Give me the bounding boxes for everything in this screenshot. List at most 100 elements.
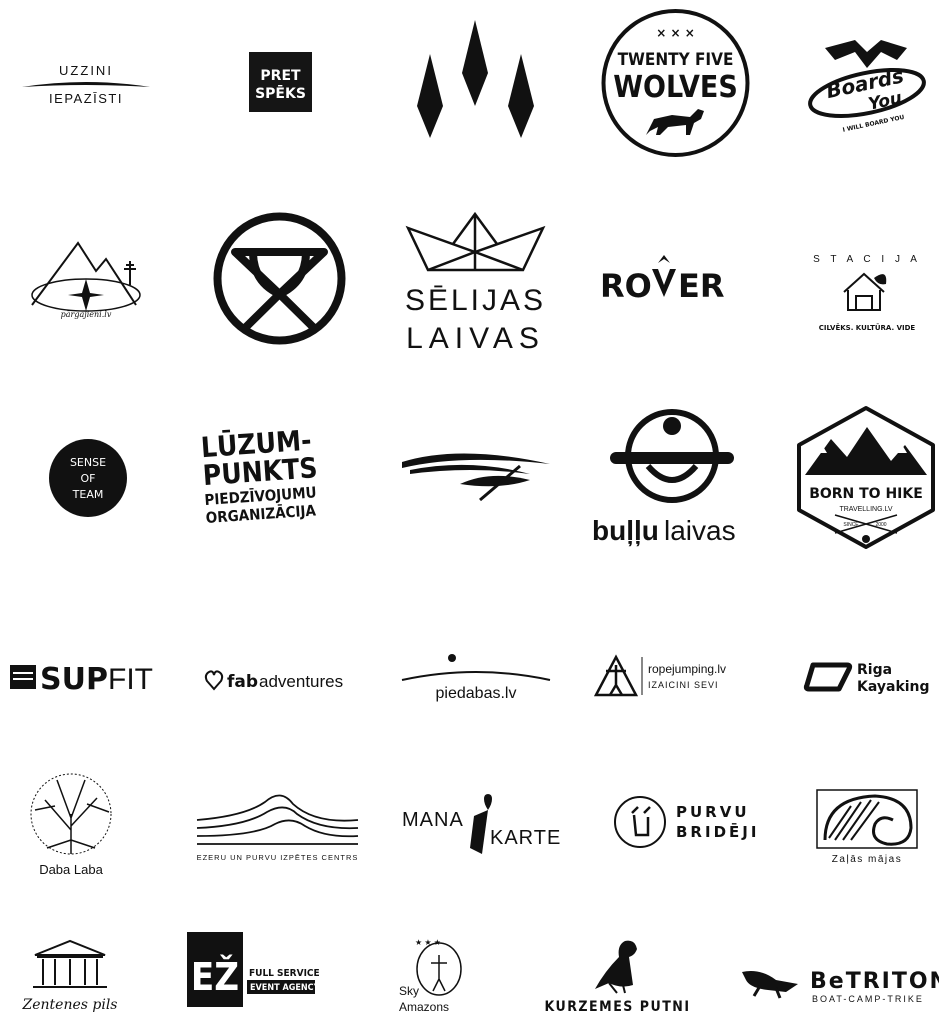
logo-boards-you: Boards You I WILL BOARD YOU	[805, 38, 930, 134]
bullu-part2: laivas	[664, 515, 736, 546]
logo-kurzemes-putni: KURZEMES PUTNI	[544, 935, 690, 1015]
purvu-line2: BRIDĒJI	[676, 821, 759, 841]
pret-line2: SPĒKS	[255, 84, 306, 102]
compass-icon	[68, 279, 104, 311]
kayak-icon	[460, 475, 530, 487]
folded-map-icon	[470, 810, 488, 854]
logo-ropejumping: ropejumping.lv IZAICINI SEVI	[593, 653, 754, 699]
logo-daba-laba: Daba Laba	[25, 770, 117, 878]
rope-line2: IZAICINI SEVI	[648, 680, 719, 690]
castle-icon	[34, 939, 106, 956]
logo-stacija: S T A C I J A CILVĒKS. KULTŪRA. VIDE	[808, 248, 926, 338]
ezi-line2: EVENT AGENCY	[250, 983, 320, 993]
sense-line2: OF	[81, 472, 96, 485]
sky-line1: Sky	[399, 984, 419, 998]
ezeru-caption: EZERU UN PURVU IZPĒTES CENTRS	[197, 853, 359, 862]
logo-ezi-event-agency: EŽ FULL SERVICE EVENT AGENCY	[187, 932, 320, 1007]
selijas-line2: LAIVAS	[406, 322, 545, 355]
logo-three-flames	[415, 18, 537, 140]
sense-line3: TEAM	[72, 488, 104, 501]
flame-right-icon	[508, 54, 534, 138]
piedabas-text: piedabas.lv	[436, 685, 517, 702]
bird-icon	[595, 940, 637, 989]
logo-uzzini-iepazisti: UZZINI IEPAZĪSTI	[20, 55, 152, 115]
bullu-part1: buļļu	[592, 515, 659, 546]
pret-line1: PRET	[260, 68, 301, 84]
supfit-part2: FIT	[108, 663, 153, 696]
cross-symbol-icon	[231, 248, 328, 298]
logo-mana-karte: MANA KARTE	[400, 788, 568, 856]
mana-part1: MANA	[402, 809, 464, 831]
rover-v-icon	[652, 269, 676, 297]
logo-zalas-majas: Zaļās mājas	[815, 788, 920, 866]
wolves-marks: × × ×	[656, 26, 695, 40]
mana-part2: KARTE	[490, 827, 561, 849]
kayak-shape-icon	[803, 662, 853, 692]
logo-twenty-five-wolves: × × × TWENTY FIVE WOLVES	[598, 7, 753, 159]
flame-left-icon	[417, 54, 443, 138]
born-since-right: 2000	[875, 522, 886, 528]
horizon-icon	[22, 82, 150, 87]
riga-line1: Riga	[857, 662, 892, 678]
sense-line1: SENSE	[70, 456, 106, 469]
born-sub: TRAVELLING.LV	[839, 506, 892, 513]
logo-piedabas: piedabas.lv	[400, 654, 552, 704]
fab-part1: fab	[227, 672, 258, 692]
paddle-icon	[610, 452, 734, 464]
flame-center-icon	[462, 20, 488, 106]
born-since-left: SINCE	[843, 522, 859, 528]
logo-kayak-wave	[400, 440, 552, 505]
kurzemes-caption: KURZEMES PUTNI	[544, 999, 690, 1015]
wolves-line1: TWENTY FIVE	[618, 50, 734, 70]
stars-icon: ★ ★ ★	[415, 938, 441, 947]
logo-zentenes-pils: Zentenes pils	[22, 935, 118, 1015]
supfit-part1: SUP	[40, 662, 108, 697]
uzzini-line2: IEPAZĪSTI	[49, 91, 123, 106]
sky-line2: Amazons	[399, 1000, 449, 1014]
logo-supfit: SUP FIT	[8, 655, 166, 697]
newt-icon	[742, 971, 798, 992]
fab-part2: adventures	[259, 672, 343, 691]
logo-betriton: BeTRITON BOAT-CAMP-TRIKE	[740, 960, 939, 1005]
logo-sense-of-team: SENSE OF TEAM	[48, 438, 128, 518]
wolves-line2: WOLVES	[613, 70, 738, 105]
betriton-title: BeTRITON	[810, 969, 939, 994]
logo-selijas-laivas: SĒLIJAS LAIVAS	[403, 211, 548, 355]
purvu-line1: PURVU	[676, 803, 750, 821]
heart-icon	[204, 670, 224, 691]
logo-purvu-bridesi: PURVU BRIDĒJI	[614, 795, 762, 850]
rover-part1: RO	[600, 267, 652, 305]
logo-riga-kayaking: Riga Kayaking	[803, 659, 930, 695]
logo-circle-cross	[213, 212, 346, 345]
logo-pargajieni: pārgājieni.lv	[30, 235, 145, 320]
selijas-line1: SĒLIJAS	[405, 284, 546, 317]
logo-born-to-hike: BORN TO HIKE TRAVELLING.LV SINCE 2000	[795, 405, 937, 550]
leaf-icon	[874, 274, 887, 285]
tree-icon	[34, 779, 110, 854]
deer-icon	[631, 806, 651, 837]
logo-sky-amazons: ★ ★ ★ Sky Amazons	[395, 935, 470, 1015]
betriton-sub: BOAT-CAMP-TRIKE	[812, 994, 924, 1004]
map-pin-icon	[484, 794, 492, 810]
zentenes-caption: Zentenes pils	[22, 997, 118, 1013]
pargajieni-caption: pārgājieni.lv	[61, 310, 112, 319]
daba-caption: Daba Laba	[39, 862, 103, 877]
ezi-line1: FULL SERVICE	[249, 968, 320, 979]
stacija-tagline: CILVĒKS. KULTŪRA. VIDE	[819, 323, 916, 332]
tree-icon	[124, 261, 136, 285]
rope-line1: ropejumping.lv	[648, 662, 726, 676]
born-title: BORN TO HIKE	[809, 486, 923, 502]
logo-fab-adventures: fab adventures	[204, 665, 357, 697]
ezi-mark: EŽ	[191, 955, 239, 999]
paw-icon	[862, 535, 870, 543]
logo-bullu-laivas: buļļu laivas	[592, 408, 752, 546]
logo-rover: RO ER	[600, 255, 740, 305]
uzzini-line1: UZZINI	[59, 63, 113, 78]
stacija-arc: S T A C I J A	[813, 254, 921, 265]
rover-part2: ER	[678, 267, 725, 305]
logo-luzumpunkts: LŪZUM- PUNKTS PIEDZĪVOJUMU ORGANIZĀCIJA	[195, 420, 360, 530]
logo-pret-speks: PRET SPĒKS	[249, 52, 312, 112]
riga-line2: Kayaking	[857, 679, 930, 695]
wolf-icon	[646, 109, 704, 135]
supfit-mark-icon	[10, 665, 36, 689]
